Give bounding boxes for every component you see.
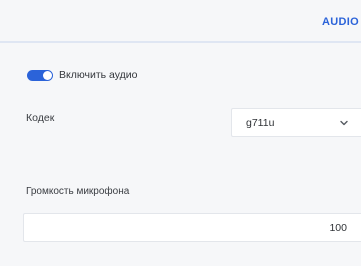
enable-audio-toggle[interactable] bbox=[27, 69, 53, 81]
codec-select[interactable]: g711u bbox=[231, 108, 361, 137]
audio-settings-panel: AUDIO Включить аудио Кодек g711u Громкос… bbox=[0, 0, 361, 266]
mic-volume-label: Громкость микрофона bbox=[26, 186, 130, 197]
mic-volume-input[interactable] bbox=[23, 213, 361, 242]
enable-audio-label: Включить аудио bbox=[59, 69, 138, 81]
tab-audio[interactable]: AUDIO bbox=[322, 16, 359, 28]
toggle-knob bbox=[43, 70, 52, 80]
codec-selected-value: g711u bbox=[246, 116, 275, 129]
enable-audio-row: Включить аудио bbox=[27, 68, 137, 82]
chevron-down-icon bbox=[340, 120, 348, 126]
codec-label: Кодек bbox=[26, 112, 55, 124]
tab-bar: AUDIO bbox=[0, 0, 361, 43]
